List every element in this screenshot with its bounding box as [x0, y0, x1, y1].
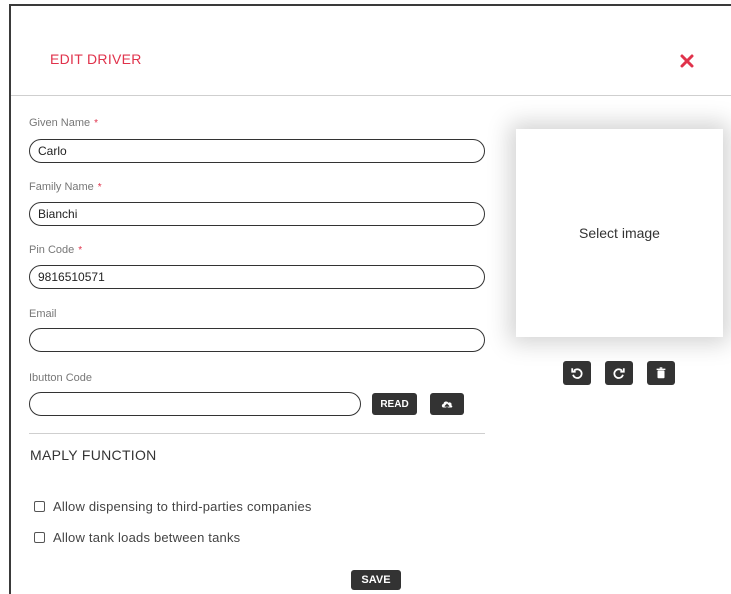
trash-icon [656, 367, 666, 379]
read-button[interactable]: READ [372, 393, 417, 415]
pin-code-input[interactable] [29, 265, 485, 289]
select-image-label: Select image [579, 225, 660, 241]
upload-button[interactable] [430, 393, 464, 415]
edit-driver-modal: EDIT DRIVER Given Name* Family Name* Pin… [9, 4, 731, 594]
section-divider [29, 433, 485, 434]
rotate-left-button[interactable] [563, 361, 591, 385]
allow-tank-loads-option[interactable]: Allow tank loads between tanks [34, 530, 240, 545]
family-name-label: Family Name * [29, 181, 102, 193]
checkbox[interactable] [34, 532, 45, 543]
pin-code-label: Pin Code * [29, 244, 83, 256]
given-name-input[interactable] [29, 139, 485, 163]
maply-function-title: MAPLY FUNCTION [30, 447, 157, 463]
required-mark: * [97, 182, 102, 193]
checkbox[interactable] [34, 501, 45, 512]
rotate-left-icon [571, 368, 583, 379]
ibutton-code-input[interactable] [29, 392, 361, 416]
email-label: Email [29, 308, 57, 320]
rotate-right-icon [613, 368, 625, 379]
given-name-label: Given Name * [29, 117, 99, 129]
allow-third-parties-option[interactable]: Allow dispensing to third-parties compan… [34, 499, 312, 514]
modal-title: EDIT DRIVER [50, 51, 142, 67]
ibutton-code-label: Ibutton Code [29, 372, 92, 384]
close-x-icon [680, 54, 694, 68]
rotate-right-button[interactable] [605, 361, 633, 385]
required-mark: * [94, 118, 99, 129]
save-button[interactable]: SAVE [351, 570, 401, 590]
cloud-upload-icon [441, 401, 453, 410]
checkbox-label: Allow tank loads between tanks [53, 530, 241, 545]
delete-image-button[interactable] [647, 361, 675, 385]
modal-header: EDIT DRIVER [11, 6, 731, 96]
required-mark: * [78, 245, 83, 256]
image-select-area[interactable]: Select image [516, 129, 723, 337]
checkbox-label: Allow dispensing to third-parties compan… [53, 499, 312, 514]
email-input[interactable] [29, 328, 485, 352]
family-name-input[interactable] [29, 202, 485, 226]
close-button[interactable] [679, 53, 695, 69]
